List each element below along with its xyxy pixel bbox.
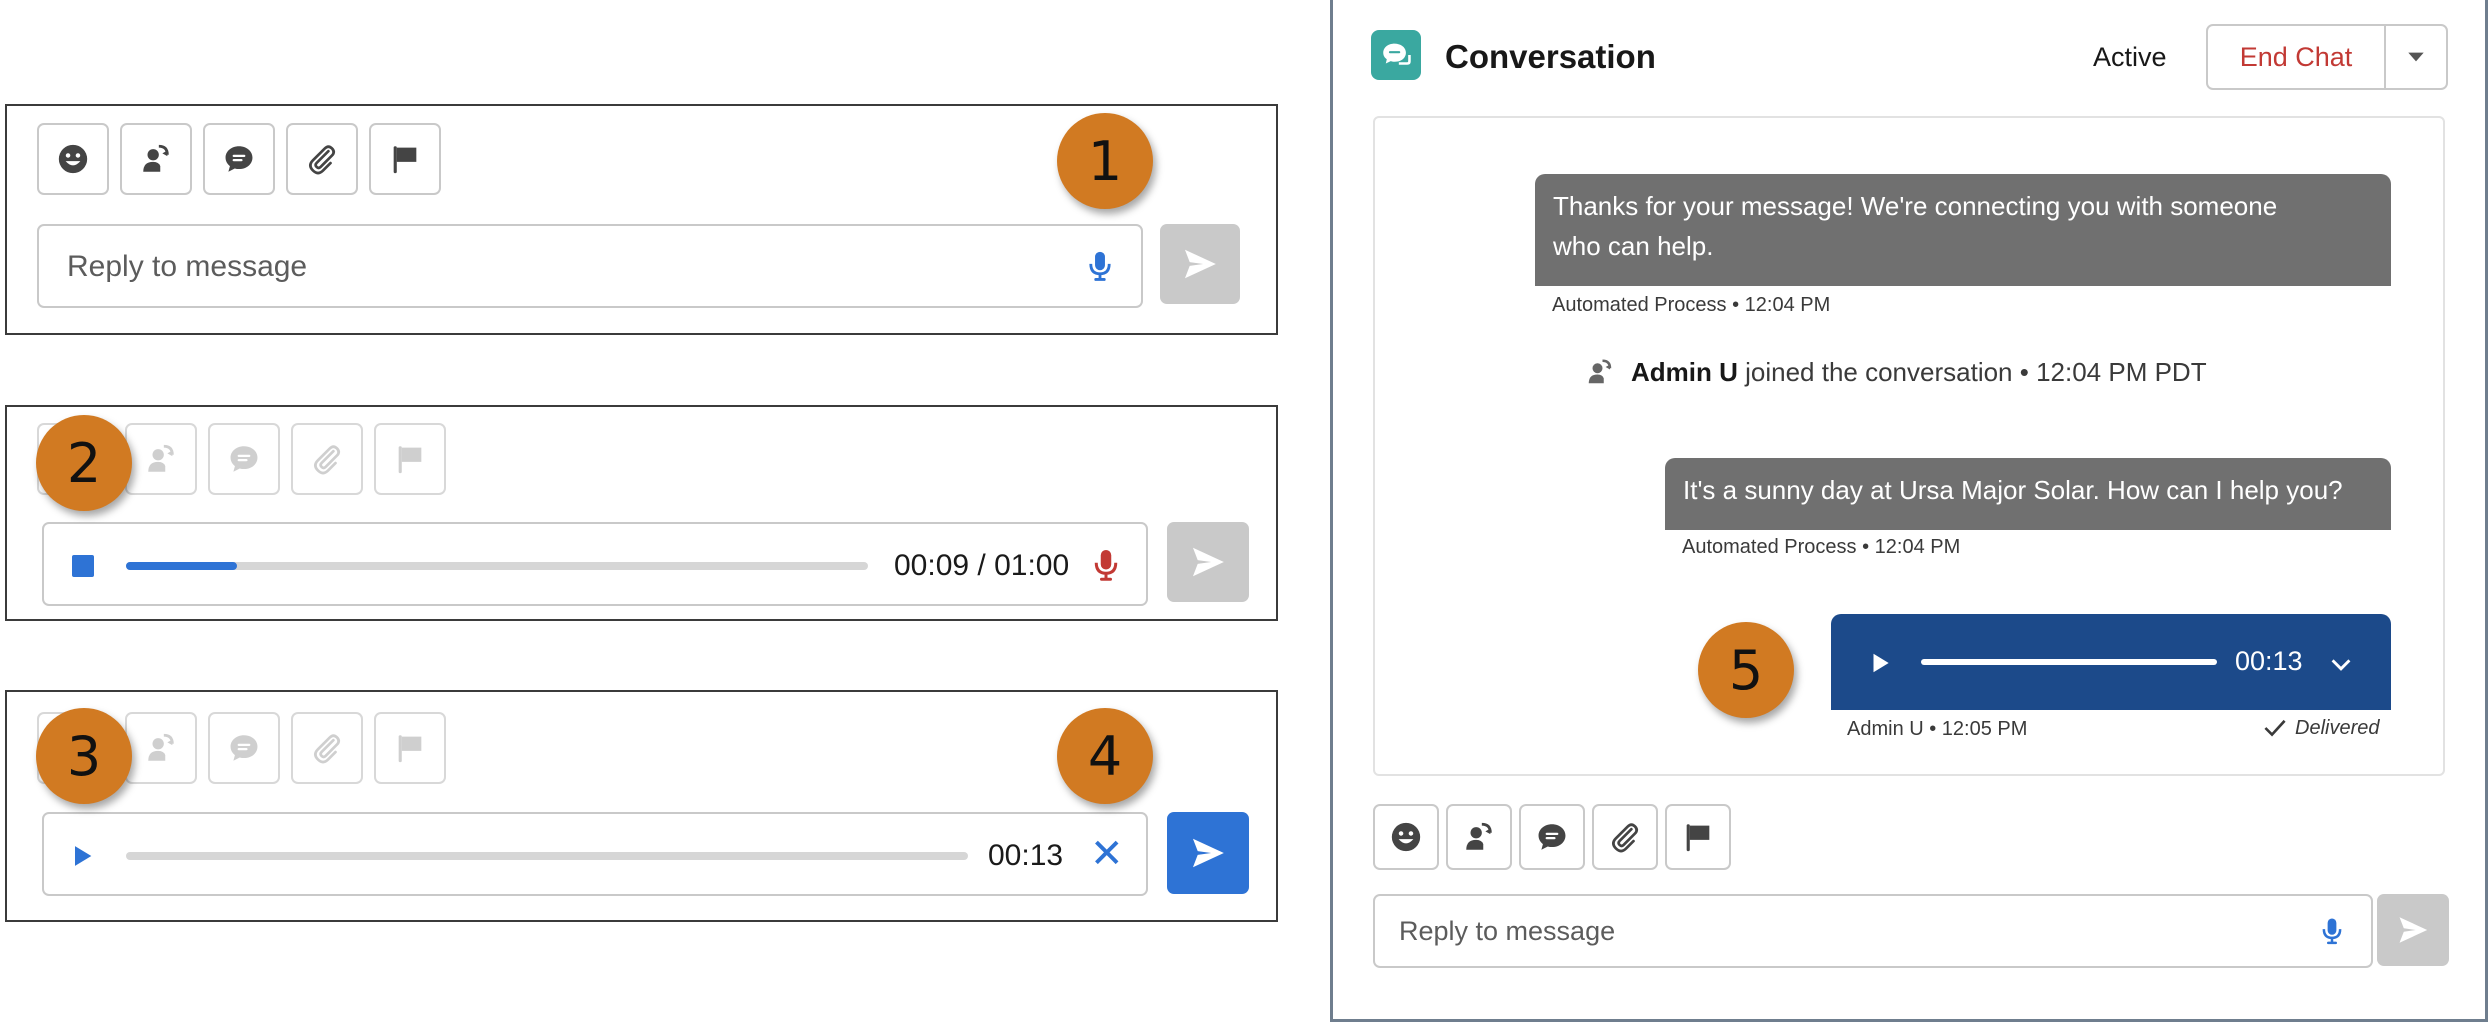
transfer-agent-button[interactable]: [125, 423, 197, 495]
emoji-icon: [56, 142, 90, 176]
chevron-down-icon[interactable]: [2329, 652, 2353, 676]
agent-icon: [139, 142, 173, 176]
microphone-icon[interactable]: [2317, 916, 2347, 946]
voice-duration: 00:13: [2235, 646, 2303, 676]
send-button[interactable]: [1167, 812, 1249, 894]
delivery-status-text: Delivered: [2295, 716, 2380, 739]
send-icon: [1181, 245, 1219, 283]
message-meta: Admin U • 12:05 PM: [1847, 718, 2028, 740]
reply-input[interactable]: Reply to message: [37, 224, 1143, 308]
recording-progress-fill: [126, 562, 238, 570]
play-icon[interactable]: [68, 842, 96, 870]
flag-button[interactable]: [374, 712, 446, 784]
playback-track[interactable]: [126, 852, 968, 860]
quick-text-button[interactable]: [208, 712, 280, 784]
end-chat-split-button: End Chat: [2206, 24, 2448, 90]
conversation-app-icon: [1371, 30, 1421, 80]
reply-placeholder: Reply to message: [1399, 916, 1616, 946]
flag-icon: [1681, 820, 1715, 854]
callout-4: 4: [1057, 708, 1153, 804]
send-icon: [1189, 543, 1227, 581]
message-text-line: It's a sunny day at Ursa Major Solar. Ho…: [1683, 475, 2343, 505]
reply-placeholder: Reply to message: [67, 250, 308, 283]
recording-time: 00:09 / 01:00: [894, 549, 1070, 582]
close-icon: ✕: [1090, 831, 1124, 877]
attach-button[interactable]: [291, 423, 363, 495]
playback-bar: 00:13 ✕: [42, 812, 1148, 896]
flag-button[interactable]: [369, 123, 441, 195]
attach-button[interactable]: [286, 123, 358, 195]
transfer-agent-button[interactable]: [120, 123, 192, 195]
flag-button[interactable]: [374, 423, 446, 495]
chevron-down-icon: [2408, 52, 2424, 62]
agent-icon: [1462, 820, 1496, 854]
callout-5: 5: [1698, 622, 1794, 718]
playback-duration: 00:13: [988, 839, 1064, 872]
join-agent-name: Admin U: [1631, 356, 1738, 387]
delivery-status: Delivered: [2263, 716, 2379, 740]
send-button[interactable]: [1160, 224, 1240, 304]
send-icon: [1189, 834, 1227, 872]
paperclip-icon: [310, 442, 344, 476]
paperclip-icon: [1608, 820, 1642, 854]
message-text-line: who can help.: [1553, 231, 1714, 261]
conversation-panel: Conversation Active End Chat Thanks for …: [1330, 0, 2488, 1022]
paperclip-icon: [305, 142, 339, 176]
send-button[interactable]: [1167, 522, 1249, 602]
flag-icon: [393, 442, 427, 476]
end-chat-menu-button[interactable]: [2386, 26, 2446, 88]
flag-icon: [393, 731, 427, 765]
microphone-icon[interactable]: [1088, 547, 1124, 583]
emoji-button[interactable]: [37, 123, 109, 195]
chat-status: Active: [2093, 42, 2167, 72]
composer-panel-2: 00:09 / 01:00: [5, 405, 1278, 621]
attach-button[interactable]: [291, 712, 363, 784]
agent-icon: [1585, 357, 1615, 387]
paperclip-icon: [310, 731, 344, 765]
end-chat-button[interactable]: End Chat: [2208, 26, 2384, 88]
voice-track[interactable]: [1921, 659, 2217, 665]
callout-2: 2: [36, 415, 132, 511]
join-event-text: joined the conversation • 12:04 PM PDT: [1737, 356, 2207, 387]
message-text-line: Thanks for your message! We're connectin…: [1553, 191, 2278, 221]
send-icon: [2396, 913, 2430, 947]
chat-bubble-icon: [222, 142, 256, 176]
message-meta: Automated Process • 12:04 PM: [1682, 536, 1961, 558]
quick-text-button[interactable]: [1519, 804, 1585, 870]
checkmark-icon: [2264, 719, 2286, 737]
recording-bar: 00:09 / 01:00: [42, 522, 1148, 606]
send-button[interactable]: [2377, 894, 2449, 966]
chat-bubble-icon: [227, 731, 261, 765]
callout-3: 3: [36, 708, 132, 804]
flag-icon: [388, 142, 422, 176]
callout-1: 1: [1057, 113, 1153, 209]
microphone-icon[interactable]: [1083, 249, 1117, 283]
agent-icon: [144, 731, 178, 765]
recording-progress-track: [126, 562, 868, 570]
chat-bubble-icon: [1535, 820, 1569, 854]
quick-text-button[interactable]: [208, 423, 280, 495]
flag-button[interactable]: [1665, 804, 1731, 870]
voice-message-bubble: 00:13: [1831, 614, 2391, 710]
agent-icon: [144, 442, 178, 476]
incoming-message-bubble: Thanks for your message! We're connectin…: [1535, 174, 2391, 286]
chat-transcript: Thanks for your message! We're connectin…: [1373, 116, 2445, 776]
emoji-button[interactable]: [1373, 804, 1439, 870]
reply-input[interactable]: Reply to message: [1373, 894, 2373, 968]
emoji-icon: [1389, 820, 1423, 854]
quick-text-button[interactable]: [203, 123, 275, 195]
play-icon[interactable]: [1867, 650, 1893, 676]
attach-button[interactable]: [1592, 804, 1658, 870]
discard-recording-button[interactable]: ✕: [1090, 834, 1124, 874]
stop-recording-button[interactable]: [72, 555, 94, 577]
chat-bubble-icon: [227, 442, 261, 476]
join-event: Admin U joined the conversation • 12:04 …: [1585, 352, 2207, 392]
conversation-title: Conversation: [1445, 38, 1656, 75]
agent-message-bubble: It's a sunny day at Ursa Major Solar. Ho…: [1665, 458, 2391, 530]
transfer-agent-button[interactable]: [1446, 804, 1512, 870]
chat-bubble-icon: [1383, 43, 1411, 65]
message-meta: Automated Process • 12:04 PM: [1552, 294, 1831, 316]
transfer-agent-button[interactable]: [125, 712, 197, 784]
